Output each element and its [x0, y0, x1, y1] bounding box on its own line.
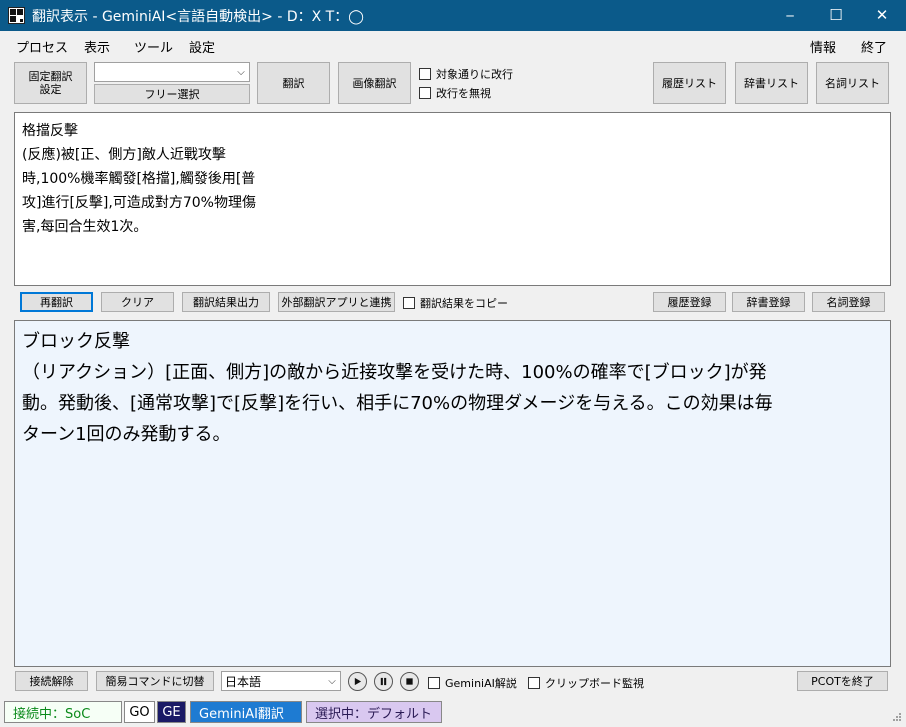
image-translate-button[interactable]: 画像翻訳 — [338, 62, 411, 104]
resize-grip-icon[interactable] — [889, 711, 903, 725]
simple-command-button[interactable]: 簡易コマンドに切替 — [96, 671, 214, 691]
stop-icon — [406, 678, 413, 685]
translation-combo[interactable]: ⌵ — [94, 62, 250, 82]
translate-button[interactable]: 翻訳 — [257, 62, 330, 104]
language-select[interactable]: 日本語 ⌵ — [221, 671, 341, 691]
chevron-down-icon: ⌵ — [328, 675, 336, 687]
checkbox-box — [528, 677, 540, 689]
source-text-area[interactable]: 格擋反擊 (反應)被[正、側方]敵人近戰攻擊 時,100%機率觸發[格擋],觸發… — [14, 112, 891, 286]
checkbox-box — [428, 677, 440, 689]
clipboard-monitor-checkbox[interactable]: クリップボード監視 — [528, 675, 644, 691]
engine-badge[interactable]: GeminiAI翻訳 — [190, 701, 302, 723]
play-icon — [354, 677, 362, 686]
noun-list-button[interactable]: 名詞リスト — [816, 62, 889, 104]
checkbox-label: 改行を無視 — [436, 87, 491, 100]
gemini-explain-checkbox[interactable]: GeminiAI解説 — [428, 675, 517, 691]
connection-status: 接続中：SoC — [4, 701, 122, 723]
chevron-down-icon: ⌵ — [237, 66, 245, 78]
history-register-button[interactable]: 履歴登録 — [653, 292, 726, 312]
history-list-button[interactable]: 履歴リスト — [653, 62, 726, 104]
menu-tools[interactable]: ツール — [134, 37, 173, 56]
go-badge[interactable]: GO — [124, 701, 155, 723]
clear-button[interactable]: クリア — [101, 292, 174, 312]
close-button[interactable]: ✕ — [859, 0, 905, 31]
play-button[interactable] — [348, 672, 367, 691]
app-icon — [8, 7, 25, 24]
quit-pcot-button[interactable]: PCOTを終了 — [797, 671, 888, 691]
checkbox-box — [419, 68, 431, 80]
language-value: 日本語 — [225, 674, 262, 689]
checkbox-box — [419, 87, 431, 99]
pause-button[interactable] — [374, 672, 393, 691]
dictionary-register-button[interactable]: 辞書登録 — [732, 292, 805, 312]
maximize-button[interactable]: ☐ — [813, 0, 859, 31]
free-select-button[interactable]: フリー選択 — [94, 84, 250, 104]
menu-process[interactable]: プロセス — [16, 37, 68, 56]
external-app-link-button[interactable]: 外部翻訳アプリと連携 — [278, 292, 395, 312]
selected-profile-badge[interactable]: 選択中：デフォルト — [306, 701, 442, 723]
minimize-icon: ─ — [786, 9, 794, 23]
retranslate-button[interactable]: 再翻訳 — [20, 292, 93, 312]
menu-view[interactable]: 表示 — [84, 37, 110, 56]
checkbox-box — [403, 297, 415, 309]
noun-register-button[interactable]: 名詞登録 — [812, 292, 885, 312]
menu-settings[interactable]: 設定 — [189, 37, 215, 56]
dictionary-list-button[interactable]: 辞書リスト — [735, 62, 808, 104]
pause-icon — [380, 677, 387, 686]
window-title: 翻訳表示 - GeminiAI<言語自動検出> - D：X T：◯ — [32, 9, 364, 25]
checkbox-label: クリップボード監視 — [545, 677, 644, 690]
checkbox-label: GeminiAI解説 — [445, 677, 517, 690]
maximize-icon: ☐ — [829, 6, 843, 24]
ignore-newline-checkbox[interactable]: 改行を無視 — [419, 85, 491, 101]
ge-badge[interactable]: GE — [157, 701, 186, 723]
stop-button[interactable] — [400, 672, 419, 691]
fixed-translation-settings-button[interactable]: 固定翻訳 設定 — [14, 62, 87, 104]
checkbox-label: 翻訳結果をコピー — [420, 297, 508, 310]
copy-result-checkbox[interactable]: 翻訳結果をコピー — [403, 295, 508, 311]
newline-per-target-checkbox[interactable]: 対象通りに改行 — [419, 66, 513, 82]
disconnect-button[interactable]: 接続解除 — [15, 671, 88, 691]
result-text-area[interactable]: ブロック反撃 （リアクション）[正面、側方]の敵から近接攻撃を受けた時、100%… — [14, 320, 891, 667]
menu-info[interactable]: 情報 — [810, 37, 836, 56]
menu-exit[interactable]: 終了 — [861, 37, 887, 56]
close-icon: ✕ — [875, 6, 889, 24]
checkbox-label: 対象通りに改行 — [436, 68, 513, 81]
output-result-button[interactable]: 翻訳結果出力 — [182, 292, 270, 312]
minimize-button[interactable]: ─ — [767, 0, 813, 31]
